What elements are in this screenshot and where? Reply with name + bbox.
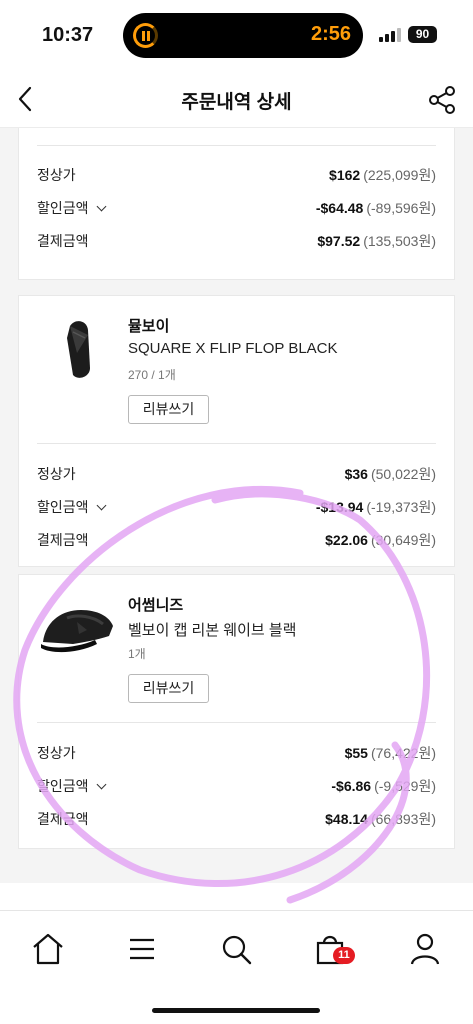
cart-count-badge: 11 (333, 947, 355, 964)
app-header: 주문내역 상세 (0, 70, 473, 128)
paid-usd: $22.06 (325, 532, 368, 548)
paid-label: 결제금액 (37, 532, 89, 548)
discount-label: 할인금액 (37, 778, 89, 794)
write-review-button[interactable]: 리뷰쓰기 (128, 674, 209, 703)
discount-row[interactable]: 할인금액 -$6.86 (-9,529원) (37, 776, 436, 796)
nav-home[interactable] (28, 929, 68, 969)
product-brand[interactable]: 뮬보이 (128, 315, 169, 336)
regular-price-label: 정상가 (37, 167, 76, 183)
discount-krw: (-89,596원) (366, 200, 436, 216)
dynamic-island[interactable]: 2:56 (123, 13, 363, 58)
product-name[interactable]: SQUARE X FLIP FLOP BLACK (128, 340, 338, 357)
discount-krw: (-19,373원) (366, 499, 436, 515)
divider (37, 443, 436, 444)
search-icon (222, 935, 252, 965)
regular-price-usd: $36 (344, 466, 368, 482)
paid-krw: (30,649원) (370, 532, 436, 548)
regular-price-krw: (225,099원) (363, 167, 436, 183)
divider (37, 145, 436, 146)
regular-price-usd: $162 (329, 167, 361, 183)
paid-label: 결제금액 (37, 233, 89, 249)
discount-label: 할인금액 (37, 200, 89, 216)
chevron-down-icon[interactable] (96, 500, 106, 511)
regular-price-label: 정상가 (37, 745, 76, 761)
discount-row[interactable]: 할인금액 -$13.94 (-19,373원) (37, 497, 436, 517)
status-time: 10:37 (42, 24, 94, 46)
write-review-button[interactable]: 리뷰쓰기 (128, 395, 209, 424)
order-item-card: 뮬보이 SQUARE X FLIP FLOP BLACK 270 / 1개 리뷰… (18, 295, 455, 567)
content-spacer (0, 883, 473, 910)
product-name[interactable]: 벨보이 캡 리본 웨이브 블랙 (128, 619, 296, 640)
discount-krw: (-9,529원) (374, 778, 436, 794)
paid-label: 결제금액 (37, 811, 89, 827)
share-icon (429, 86, 455, 114)
menu-icon (130, 938, 154, 960)
discount-usd: -$6.86 (331, 778, 372, 794)
bottom-navigation: 11 (0, 910, 473, 1024)
cellular-signal-icon (379, 28, 403, 42)
discount-usd: -$64.48 (315, 200, 364, 216)
profile-icon (410, 933, 440, 965)
regular-price-krw: (76,422원) (370, 745, 436, 761)
order-item-card: 어썸니즈 벨보이 캡 리본 웨이브 블랙 1개 리뷰쓰기 정상가 $55 (76,… (18, 574, 455, 849)
regular-price-row: 정상가 $162 (225,099원) (37, 165, 436, 185)
paid-row: 결제금액 $48.14 (66,893원) (37, 809, 436, 829)
discount-row[interactable]: 할인금액 -$64.48 (-89,596원) (37, 198, 436, 218)
nav-menu[interactable] (122, 929, 162, 969)
paid-row: 결제금액 $22.06 (30,649원) (37, 530, 436, 550)
paid-usd: $48.14 (325, 811, 368, 827)
paid-row: 결제금액 $97.52 (135,503원) (37, 231, 436, 251)
regular-price-usd: $55 (344, 745, 368, 761)
product-brand[interactable]: 어썸니즈 (128, 594, 183, 615)
discount-usd: -$13.94 (315, 499, 364, 515)
timer-pause-icon (133, 23, 158, 48)
status-bar: 10:37 2:56 90 (0, 0, 473, 70)
paid-krw: (135,503원) (363, 233, 436, 249)
product-thumbnail[interactable] (37, 308, 117, 388)
chevron-down-icon[interactable] (96, 779, 106, 790)
discount-label: 할인금액 (37, 499, 89, 515)
cap-icon (41, 610, 113, 653)
home-icon (33, 933, 63, 965)
chevron-down-icon[interactable] (96, 201, 106, 212)
nav-profile[interactable] (405, 929, 445, 969)
nav-search[interactable] (216, 929, 256, 969)
product-option: 1개 (128, 647, 146, 661)
regular-price-row: 정상가 $36 (50,022원) (37, 464, 436, 484)
paid-krw: (66,893원) (370, 811, 436, 827)
order-item-card: 리뷰쓰기 정상가 $162(225,099원) 할인금액 -$64.48(-89… (18, 128, 455, 280)
regular-price-label: 정상가 (37, 466, 76, 482)
divider (37, 722, 436, 723)
flip-flop-icon (67, 321, 90, 378)
page-title: 주문내역 상세 (181, 92, 292, 113)
order-detail-content[interactable]: 리뷰쓰기 정상가 $162(225,099원) 할인금액 -$64.48(-89… (0, 128, 473, 910)
paid-usd: $97.52 (317, 233, 361, 249)
regular-price-krw: (50,022원) (370, 466, 436, 482)
home-indicator[interactable] (152, 1008, 320, 1013)
product-thumbnail[interactable] (37, 584, 117, 664)
share-button[interactable] (426, 84, 458, 116)
regular-price-row: 정상가 $55 (76,422원) (37, 743, 436, 763)
battery-icon: 90 (408, 26, 437, 43)
product-option: 270 / 1개 (128, 368, 176, 382)
island-timer: 2:56 (310, 23, 351, 45)
